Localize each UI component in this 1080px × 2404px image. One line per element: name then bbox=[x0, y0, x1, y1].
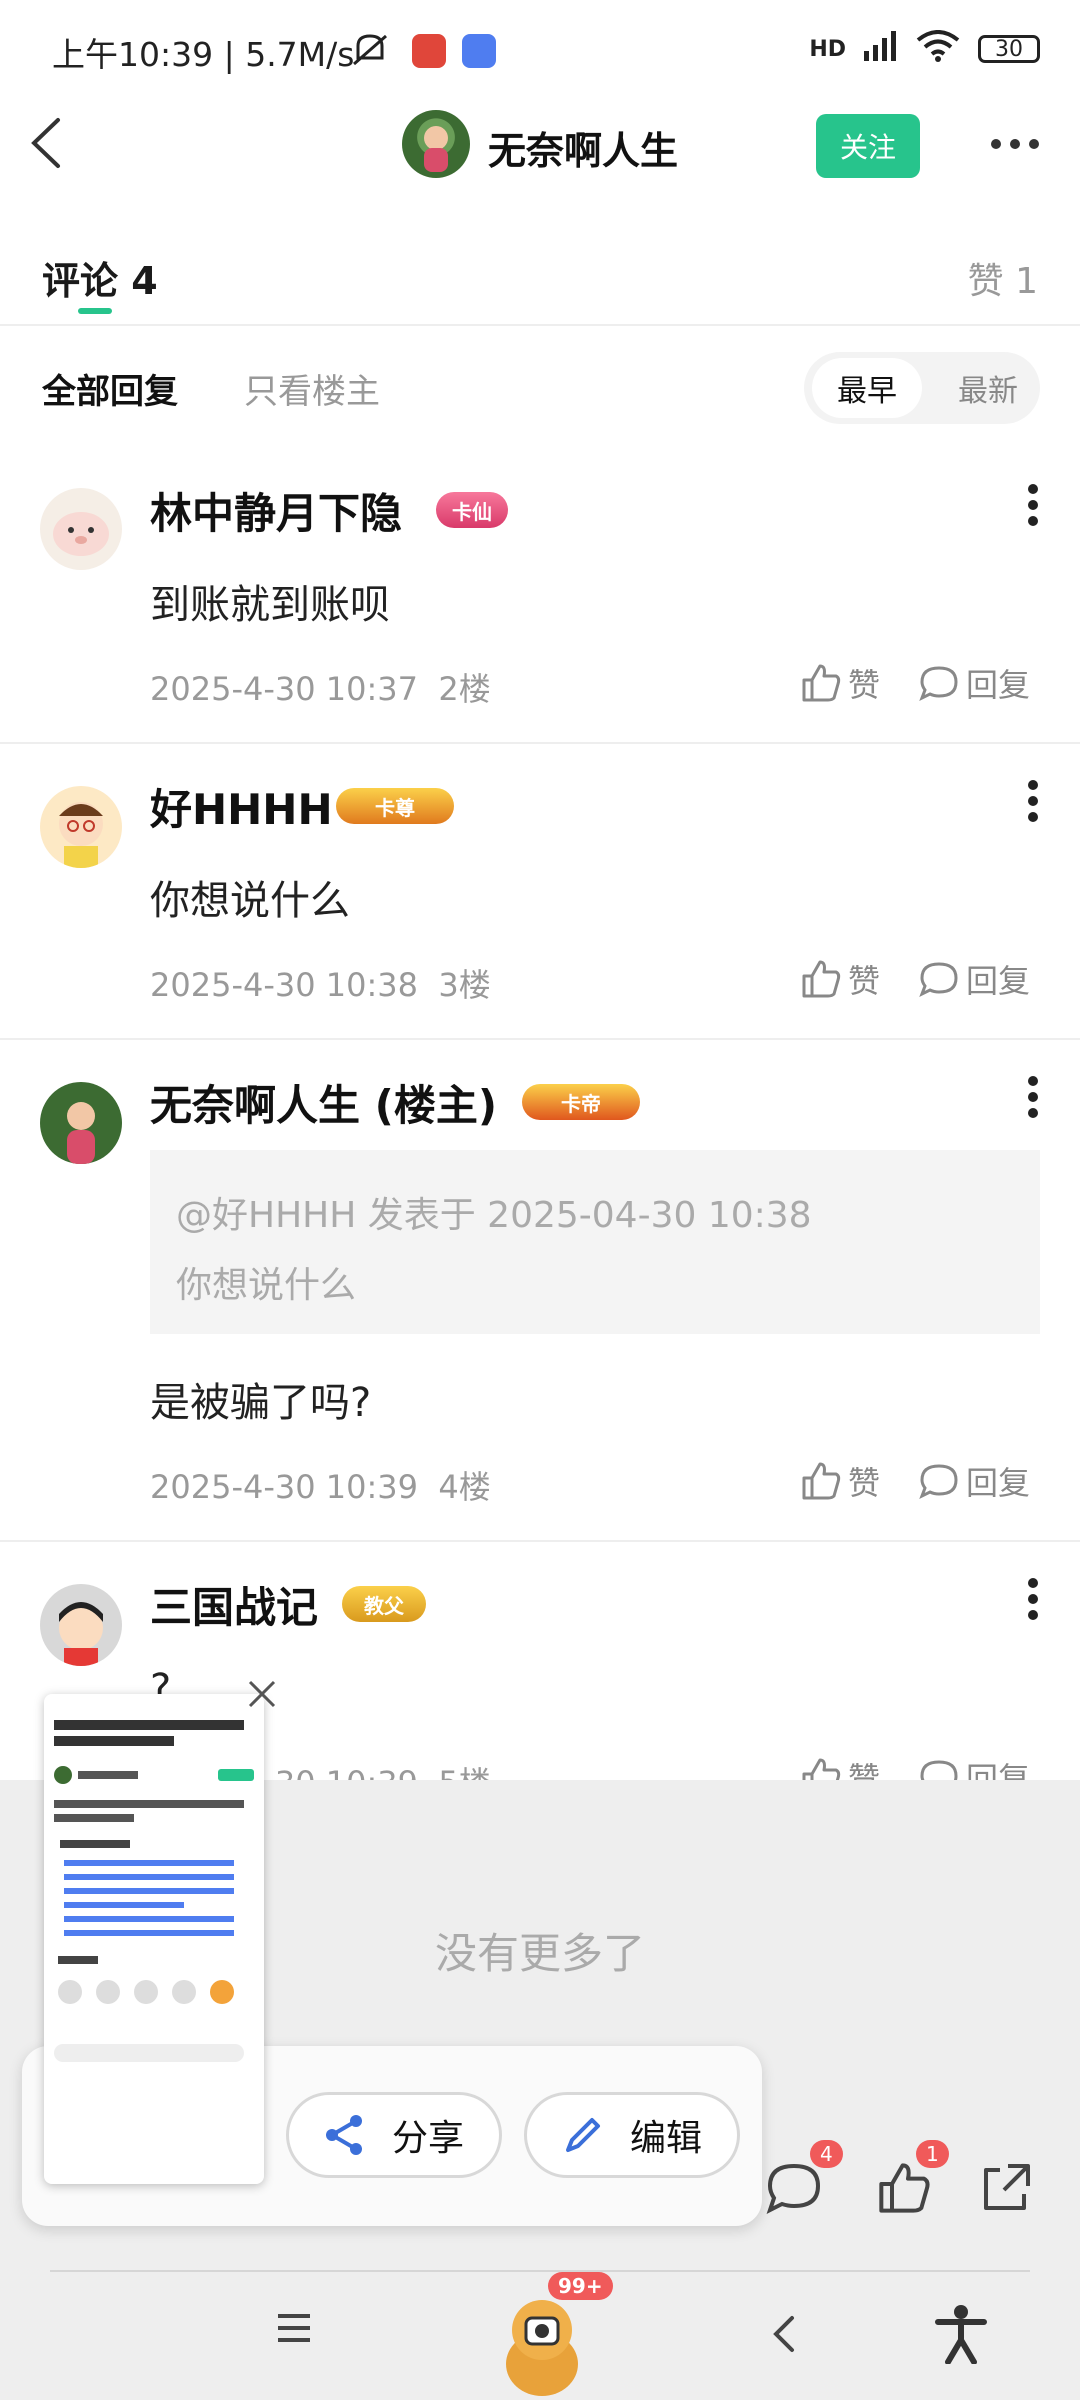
level-badge: 卡仙 bbox=[436, 492, 508, 528]
menu-icon[interactable] bbox=[274, 2312, 314, 2348]
quote-text: 你想说什么 bbox=[176, 1265, 357, 1306]
reply-button[interactable]: 回复 bbox=[918, 660, 1030, 706]
like-label: 赞 bbox=[848, 666, 881, 704]
sort-earliest[interactable]: 最早 bbox=[812, 358, 922, 418]
like-label: 赞 bbox=[848, 1464, 881, 1502]
level-badge: 卡尊 bbox=[336, 788, 454, 824]
author-avatar[interactable] bbox=[402, 110, 470, 178]
share-label: 分享 bbox=[391, 2118, 464, 2159]
commenter-avatar[interactable] bbox=[40, 1584, 122, 1666]
tab-likes[interactable]: 赞 1 bbox=[968, 252, 1038, 304]
follow-button[interactable]: 关注 bbox=[816, 114, 920, 178]
reply-label: 回复 bbox=[966, 666, 1031, 704]
reply-bubble-icon bbox=[919, 666, 958, 702]
level-badge: 教父 bbox=[342, 1586, 426, 1622]
edit-label: 编辑 bbox=[629, 2118, 702, 2159]
share-out-button[interactable] bbox=[978, 2160, 1034, 2220]
battery-icon: 30 bbox=[978, 35, 1040, 63]
quote-meta: @好HHHH 发表于 2025-04-30 10:38 bbox=[176, 1195, 812, 1236]
comment-time: 2025-4-30 10:39 bbox=[150, 1468, 418, 1506]
network-label: HD bbox=[809, 36, 846, 62]
author-name[interactable]: 无奈啊人生 bbox=[488, 120, 678, 175]
comment-time: 2025-4-30 10:38 bbox=[150, 966, 418, 1004]
comment-time: 2025-4-30 10:37 bbox=[150, 670, 418, 708]
accessibility-icon[interactable] bbox=[934, 2304, 988, 2368]
like-count-badge: 1 bbox=[916, 2140, 949, 2168]
wifi-icon bbox=[916, 30, 960, 68]
commenter-name[interactable]: 好HHHH bbox=[150, 776, 333, 837]
like-button[interactable]: 赞 bbox=[800, 1458, 880, 1504]
comment-floor: 4楼 bbox=[438, 1468, 491, 1506]
share-button[interactable]: 分享 bbox=[286, 2092, 502, 2178]
like-post-button[interactable]: 1 bbox=[876, 2140, 949, 2220]
divider bbox=[50, 2270, 1030, 2272]
comment-count-button[interactable]: 4 bbox=[764, 2140, 843, 2220]
reply-bubble-icon bbox=[919, 1464, 958, 1500]
commenter-avatar[interactable] bbox=[40, 1082, 122, 1164]
comment-more-icon[interactable] bbox=[1026, 482, 1040, 528]
comment-floor: 2楼 bbox=[438, 670, 491, 708]
divider bbox=[0, 742, 1080, 744]
sort-newest[interactable]: 最新 bbox=[942, 358, 1034, 418]
like-label: 赞 bbox=[848, 962, 881, 1000]
comment-meta: 2025-4-30 10:39 4楼 bbox=[150, 1462, 491, 1508]
tab-active-indicator bbox=[78, 308, 112, 314]
commenter-avatar[interactable] bbox=[40, 786, 122, 868]
back-button[interactable] bbox=[22, 108, 72, 178]
commenter-name[interactable]: 三国战记 bbox=[150, 1574, 318, 1635]
close-icon[interactable] bbox=[244, 1676, 280, 1712]
status-right-group: HD 30 bbox=[809, 30, 1040, 68]
thumbs-up-icon bbox=[879, 2163, 930, 2213]
app-notification-icon bbox=[462, 34, 496, 68]
comment-meta: 2025-4-30 10:37 2楼 bbox=[150, 664, 491, 710]
comment-text: 到账就到账呗 bbox=[150, 582, 390, 628]
status-time-speed: 上午10:39 | 5.7M/s bbox=[52, 35, 355, 74]
status-bar: 上午10:39 | 5.7M/s HD 30 bbox=[0, 0, 1080, 100]
screenshot-thumbnail[interactable] bbox=[44, 1694, 264, 2184]
tab-comments[interactable]: 评论 4 bbox=[42, 250, 158, 305]
reply-bubble-icon bbox=[919, 962, 958, 998]
comment-more-icon[interactable] bbox=[1026, 1074, 1040, 1120]
like-button[interactable]: 赞 bbox=[800, 956, 880, 1002]
divider bbox=[0, 1540, 1080, 1542]
share-arrow-icon bbox=[984, 2164, 1030, 2210]
pencil-icon bbox=[565, 2118, 600, 2152]
commenter-name[interactable]: 无奈啊人生 (楼主) bbox=[150, 1072, 497, 1133]
mascot-badge: 99+ bbox=[548, 2272, 613, 2300]
app-notification-icon bbox=[412, 34, 446, 68]
mascot-home-icon[interactable] bbox=[494, 2290, 590, 2404]
filter-all-replies[interactable]: 全部回复 bbox=[42, 364, 178, 413]
more-options-icon[interactable] bbox=[988, 136, 1042, 152]
comment-text: 是被骗了吗? bbox=[150, 1380, 372, 1426]
like-button[interactable]: 赞 bbox=[800, 660, 880, 706]
reply-button[interactable]: 回复 bbox=[918, 1458, 1030, 1504]
edit-button[interactable]: 编辑 bbox=[524, 2092, 740, 2178]
comment-more-icon[interactable] bbox=[1026, 1576, 1040, 1622]
level-badge: 卡帝 bbox=[522, 1084, 640, 1120]
comment-floor: 3楼 bbox=[438, 966, 491, 1004]
divider bbox=[0, 1038, 1080, 1040]
commenter-avatar[interactable] bbox=[40, 488, 122, 570]
comment-count-badge: 4 bbox=[810, 2140, 843, 2168]
thumbs-up-icon bbox=[802, 960, 841, 998]
mute-icon bbox=[350, 32, 387, 66]
comment-more-icon[interactable] bbox=[1026, 778, 1040, 824]
thumbs-up-icon bbox=[802, 664, 841, 702]
share-icon bbox=[325, 2115, 362, 2155]
filter-owner-only[interactable]: 只看楼主 bbox=[244, 364, 380, 413]
signal-icon bbox=[864, 31, 898, 67]
back-nav-icon[interactable] bbox=[768, 2314, 800, 2358]
reply-button[interactable]: 回复 bbox=[918, 956, 1030, 1002]
commenter-name[interactable]: 林中静月下隐 bbox=[150, 480, 402, 541]
reply-label: 回复 bbox=[966, 1464, 1031, 1502]
divider bbox=[0, 324, 1080, 326]
reply-label: 回复 bbox=[966, 962, 1031, 1000]
comment-meta: 2025-4-30 10:38 3楼 bbox=[150, 960, 491, 1006]
comment-text: 你想说什么 bbox=[150, 878, 350, 924]
thumbs-up-icon bbox=[802, 1462, 841, 1500]
comment-bubble-icon bbox=[766, 2163, 821, 2214]
